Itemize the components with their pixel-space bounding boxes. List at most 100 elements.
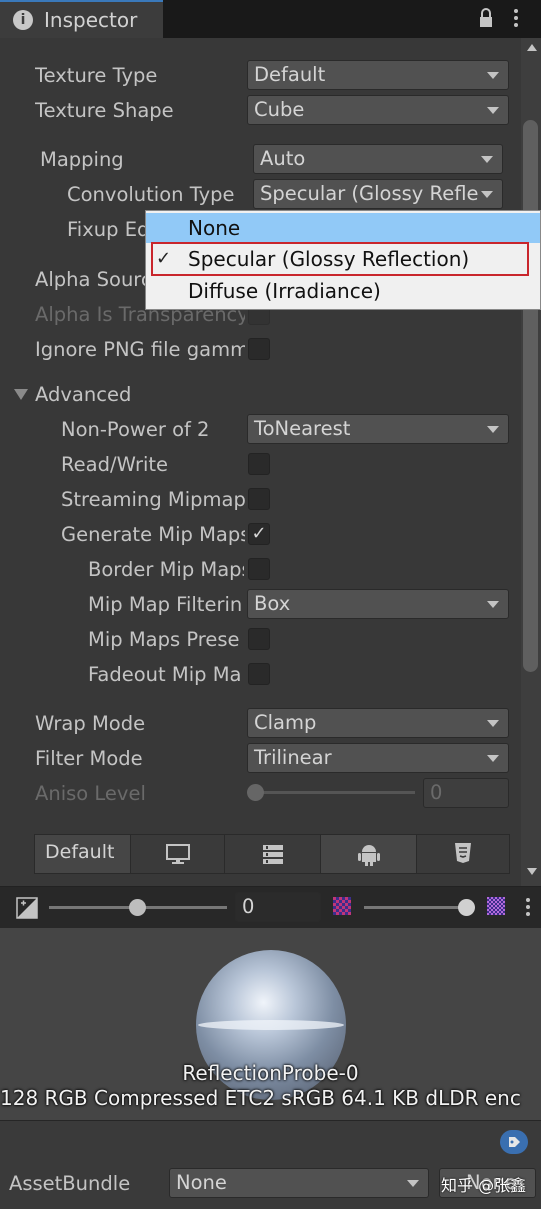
chevron-down-icon bbox=[487, 720, 499, 727]
mip-map-filtering-value: Box bbox=[254, 592, 291, 615]
ignore-png-gamma-checkbox[interactable] bbox=[248, 338, 270, 360]
lock-icon[interactable] bbox=[478, 6, 494, 30]
platform-tab-webgl[interactable] bbox=[417, 835, 509, 873]
preview-asset-name: ReflectionProbe-0 bbox=[182, 1061, 359, 1085]
sphere-horizon-band bbox=[198, 1020, 344, 1030]
non-power-of-2-label: Non-Power of 2 bbox=[61, 418, 210, 441]
preview-texture-info: 128 RGB Compressed ETC2 sRGB 64.1 KB dLD… bbox=[0, 1086, 521, 1110]
watermark: 知乎 @张鑫 bbox=[441, 1176, 527, 1195]
streaming-mipmap-label: Streaming Mipmap bbox=[61, 488, 245, 511]
platform-tabs: Default bbox=[34, 834, 510, 874]
platform-tab-standalone[interactable] bbox=[131, 835, 225, 873]
tab-title: Inspector bbox=[44, 8, 138, 32]
asset-bundle-label: AssetBundle bbox=[9, 1172, 131, 1195]
android-icon bbox=[358, 845, 380, 866]
fadeout-mip-maps-label: Fadeout Mip Ma bbox=[88, 663, 242, 686]
server-icon bbox=[263, 845, 283, 864]
alpha-source-label: Alpha Sourc bbox=[35, 268, 145, 291]
asset-bundle-dropdown[interactable]: None bbox=[169, 1168, 429, 1198]
mip-level-field[interactable]: 0 bbox=[235, 892, 321, 922]
wrap-mode-dropdown[interactable]: Clamp bbox=[247, 708, 509, 738]
chevron-down-icon bbox=[487, 426, 499, 433]
wrap-mode-value: Clamp bbox=[254, 711, 317, 734]
texture-preview: ReflectionProbe-0 128 RGB Compressed ETC… bbox=[0, 928, 541, 1120]
aniso-level-label: Aniso Level bbox=[35, 782, 146, 805]
filter-mode-value: Trilinear bbox=[254, 746, 332, 769]
exposure-slider-handle[interactable] bbox=[129, 899, 146, 916]
asset-bundle-value: None bbox=[176, 1171, 227, 1194]
chevron-down-icon bbox=[407, 1180, 419, 1187]
texture-shape-value: Cube bbox=[254, 98, 305, 121]
aniso-level-value: 0 bbox=[430, 781, 443, 804]
asset-bundle-bar: AssetBundle None None 知乎 @张鑫 bbox=[0, 1120, 541, 1209]
generate-mip-maps-label: Generate Mip Maps bbox=[61, 523, 245, 546]
platform-tab-server[interactable] bbox=[225, 835, 321, 873]
aniso-level-slider-handle[interactable] bbox=[247, 784, 264, 801]
texture-type-label: Texture Type bbox=[35, 64, 158, 87]
html5-icon bbox=[455, 843, 471, 863]
mapping-label: Mapping bbox=[40, 148, 124, 171]
exposure-icon[interactable] bbox=[16, 897, 38, 919]
generate-mip-maps-checkbox[interactable]: ✓ bbox=[248, 523, 270, 545]
small-mip-icon bbox=[333, 897, 351, 915]
advanced-header[interactable]: Advanced bbox=[35, 383, 185, 406]
popup-item-diffuse-label: Diffuse (Irradiance) bbox=[188, 279, 381, 303]
platform-tab-default-label: Default bbox=[45, 841, 115, 863]
monitor-icon bbox=[166, 844, 190, 864]
platform-tab-android[interactable] bbox=[321, 835, 417, 873]
mip-maps-preserve-checkbox[interactable] bbox=[248, 628, 270, 650]
mip-slider-handle[interactable] bbox=[458, 899, 475, 916]
mapping-dropdown[interactable]: Auto bbox=[253, 144, 503, 174]
popup-item-none[interactable]: None bbox=[146, 213, 540, 243]
mip-map-filtering-label: Mip Map Filterin bbox=[88, 593, 243, 616]
streaming-mipmap-checkbox[interactable] bbox=[248, 488, 270, 510]
convolution-type-value: Specular (Glossy Refle bbox=[260, 182, 479, 205]
chevron-down-icon bbox=[487, 755, 499, 762]
filter-mode-label: Filter Mode bbox=[35, 747, 143, 770]
mip-slider-track[interactable] bbox=[364, 906, 468, 909]
read-write-checkbox[interactable] bbox=[248, 453, 270, 475]
chevron-down-icon bbox=[481, 156, 493, 163]
popup-item-diffuse[interactable]: Diffuse (Irradiance) bbox=[146, 276, 540, 306]
scroll-up-arrow[interactable] bbox=[527, 44, 537, 51]
aniso-level-slider-track[interactable] bbox=[256, 791, 415, 794]
ignore-png-gamma-label: Ignore PNG file gamm bbox=[35, 338, 245, 361]
mip-map-filtering-dropdown[interactable]: Box bbox=[247, 589, 509, 619]
filter-mode-dropdown[interactable]: Trilinear bbox=[247, 743, 509, 773]
texture-type-value: Default bbox=[254, 63, 326, 86]
aniso-level-field[interactable]: 0 bbox=[423, 778, 509, 808]
more-options-icon[interactable] bbox=[511, 6, 521, 30]
scroll-thumb[interactable] bbox=[523, 120, 538, 672]
tab-inspector[interactable]: i Inspector bbox=[0, 0, 163, 38]
texture-shape-label: Texture Shape bbox=[35, 99, 174, 122]
chevron-down-icon bbox=[481, 191, 493, 198]
mapping-value: Auto bbox=[260, 147, 306, 170]
chevron-down-icon bbox=[487, 107, 499, 114]
chevron-down-icon bbox=[487, 601, 499, 608]
tab-bar: i Inspector bbox=[0, 0, 541, 38]
fadeout-mip-maps-checkbox[interactable] bbox=[248, 663, 270, 685]
fixup-edge-label: Fixup Ed bbox=[67, 218, 147, 241]
large-mip-icon bbox=[487, 897, 505, 915]
info-icon: i bbox=[13, 10, 33, 30]
wrap-mode-label: Wrap Mode bbox=[35, 712, 146, 735]
asset-label-tag-icon[interactable] bbox=[500, 1130, 528, 1154]
texture-shape-dropdown[interactable]: Cube bbox=[247, 95, 509, 125]
foldout-triangle-icon[interactable] bbox=[14, 389, 28, 400]
more-options-icon[interactable] bbox=[524, 896, 532, 920]
preview-toolbar: 0 bbox=[0, 886, 541, 929]
border-mip-maps-checkbox[interactable] bbox=[248, 558, 270, 580]
popup-item-none-label: None bbox=[188, 216, 241, 240]
scroll-down-arrow[interactable] bbox=[527, 868, 537, 875]
platform-tab-default[interactable]: Default bbox=[35, 835, 131, 873]
border-mip-maps-label: Border Mip Maps bbox=[88, 558, 244, 581]
non-power-of-2-value: ToNearest bbox=[254, 417, 351, 440]
mip-level-value: 0 bbox=[242, 895, 255, 918]
chevron-down-icon bbox=[487, 72, 499, 79]
non-power-of-2-dropdown[interactable]: ToNearest bbox=[247, 414, 509, 444]
convolution-type-label: Convolution Type bbox=[67, 183, 235, 206]
convolution-type-dropdown[interactable]: Specular (Glossy Refle bbox=[253, 179, 503, 209]
read-write-label: Read/Write bbox=[61, 453, 169, 476]
mip-maps-preserve-label: Mip Maps Prese bbox=[88, 628, 240, 651]
texture-type-dropdown[interactable]: Default bbox=[247, 60, 509, 90]
